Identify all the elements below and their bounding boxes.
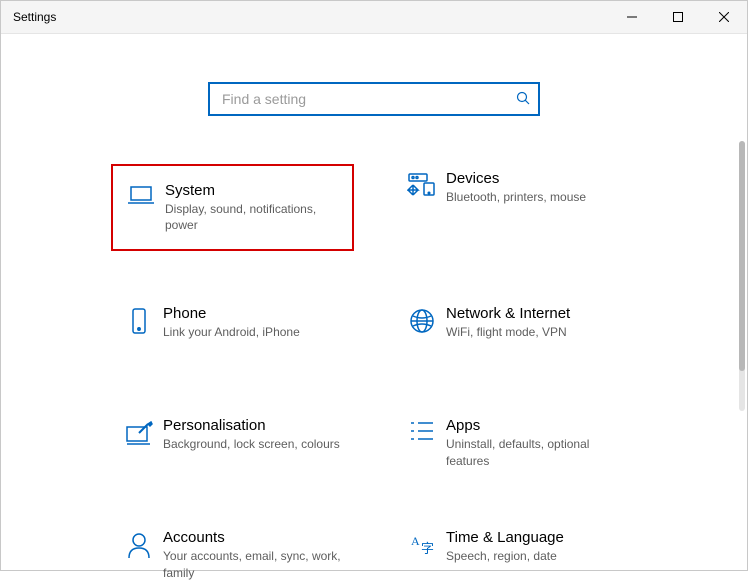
- category-name: Devices: [446, 170, 627, 187]
- category-desc: Background, lock screen, colours: [163, 436, 344, 452]
- minimize-button[interactable]: [609, 1, 655, 33]
- category-name: Personalisation: [163, 417, 344, 434]
- category-grid: System Display, sound, notifications, po…: [111, 164, 637, 587]
- minimize-icon: [627, 12, 637, 22]
- language-icon: A字: [398, 529, 446, 557]
- category-name: Time & Language: [446, 529, 627, 546]
- category-desc: Your accounts, email, sync, work, family: [163, 548, 344, 580]
- paint-icon: [115, 417, 163, 447]
- category-time-language[interactable]: A字 Time & Language Speech, region, date: [394, 523, 637, 587]
- category-text: Accounts Your accounts, email, sync, wor…: [163, 529, 344, 580]
- category-text: Network & Internet WiFi, flight mode, VP…: [446, 305, 627, 340]
- category-system[interactable]: System Display, sound, notifications, po…: [111, 164, 354, 251]
- close-icon: [719, 12, 729, 22]
- svg-text:A: A: [411, 534, 420, 548]
- maximize-button[interactable]: [655, 1, 701, 33]
- category-name: Phone: [163, 305, 344, 322]
- laptop-icon: [117, 182, 165, 208]
- category-desc: WiFi, flight mode, VPN: [446, 324, 627, 340]
- category-network[interactable]: Network & Internet WiFi, flight mode, VP…: [394, 299, 637, 363]
- category-text: Apps Uninstall, defaults, optional featu…: [446, 417, 627, 468]
- scrollbar-thumb[interactable]: [739, 141, 745, 371]
- category-desc: Display, sound, notifications, power: [165, 201, 342, 233]
- search-input[interactable]: [220, 90, 516, 108]
- category-accounts[interactable]: Accounts Your accounts, email, sync, wor…: [111, 523, 354, 587]
- phone-icon: [115, 305, 163, 337]
- close-button[interactable]: [701, 1, 747, 33]
- category-desc: Bluetooth, printers, mouse: [446, 189, 627, 205]
- window-title: Settings: [13, 10, 56, 24]
- scrollbar[interactable]: [739, 141, 745, 411]
- category-devices[interactable]: Devices Bluetooth, printers, mouse: [394, 164, 637, 251]
- svg-text:字: 字: [421, 541, 434, 556]
- category-desc: Uninstall, defaults, optional features: [446, 436, 627, 468]
- category-name: System: [165, 182, 342, 199]
- category-text: Phone Link your Android, iPhone: [163, 305, 344, 340]
- category-desc: Link your Android, iPhone: [163, 324, 344, 340]
- category-text: System Display, sound, notifications, po…: [165, 182, 342, 233]
- category-name: Network & Internet: [446, 305, 627, 322]
- category-apps[interactable]: Apps Uninstall, defaults, optional featu…: [394, 411, 637, 475]
- category-desc: Speech, region, date: [446, 548, 627, 564]
- maximize-icon: [673, 12, 683, 22]
- window-controls: [609, 1, 747, 33]
- category-name: Apps: [446, 417, 627, 434]
- category-text: Personalisation Background, lock screen,…: [163, 417, 344, 452]
- category-personalisation[interactable]: Personalisation Background, lock screen,…: [111, 411, 354, 475]
- category-text: Devices Bluetooth, printers, mouse: [446, 170, 627, 205]
- category-text: Time & Language Speech, region, date: [446, 529, 627, 564]
- search-area: [1, 82, 747, 116]
- apps-list-icon: [398, 417, 446, 443]
- category-phone[interactable]: Phone Link your Android, iPhone: [111, 299, 354, 363]
- titlebar: Settings: [1, 1, 747, 34]
- globe-icon: [398, 305, 446, 335]
- person-icon: [115, 529, 163, 559]
- search-box[interactable]: [208, 82, 540, 116]
- devices-icon: [398, 170, 446, 198]
- category-name: Accounts: [163, 529, 344, 546]
- search-icon: [516, 91, 530, 108]
